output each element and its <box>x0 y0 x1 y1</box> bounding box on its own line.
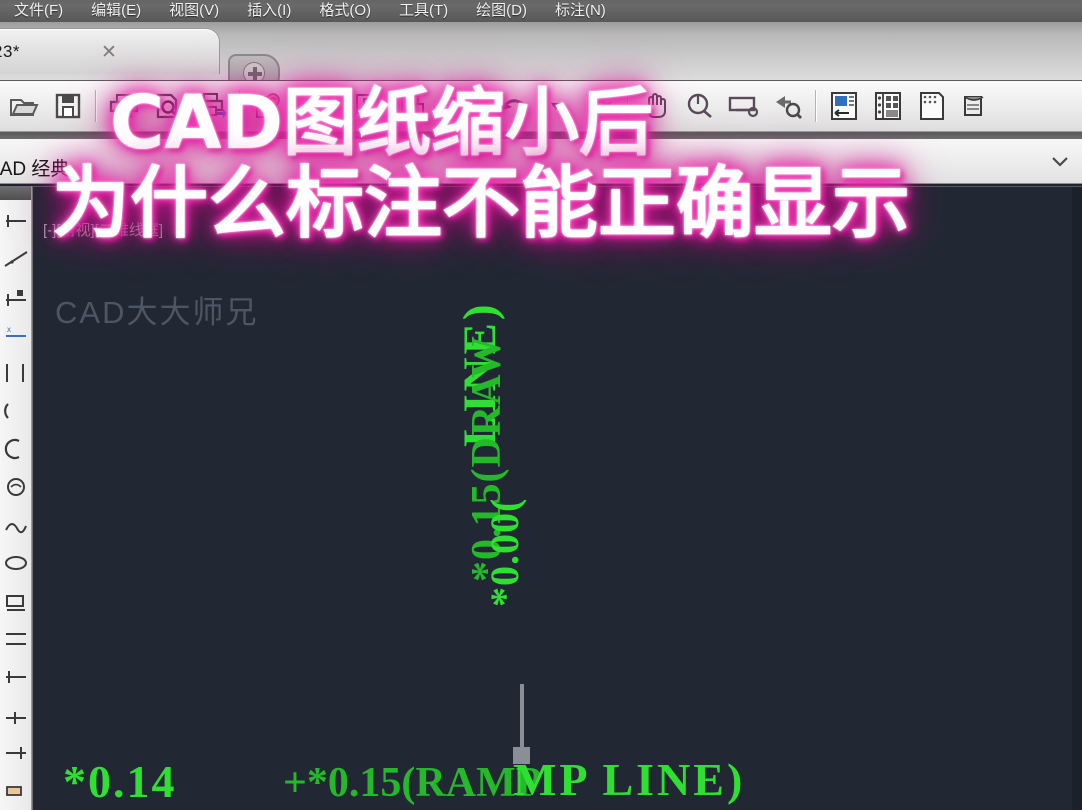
toolbar-separator <box>239 90 241 122</box>
tool-palette-icon[interactable] <box>910 84 954 128</box>
menu-file[interactable]: 文件(F) <box>0 0 77 22</box>
publish-icon[interactable] <box>246 84 290 128</box>
menu-format[interactable]: 格式(O) <box>305 0 385 22</box>
cut-icon[interactable] <box>302 84 346 128</box>
standard-toolbar <box>0 80 1082 132</box>
copy-icon[interactable] <box>346 84 390 128</box>
polyline-icon[interactable] <box>0 278 31 316</box>
toolbar-grip <box>0 132 1082 139</box>
toolbar-separator <box>295 90 297 122</box>
canvas-edge-shade <box>1072 187 1082 810</box>
open-folder-icon[interactable] <box>2 84 46 128</box>
zoom-realtime-icon[interactable] <box>678 84 722 128</box>
svg-text:x: x <box>7 325 11 334</box>
sheetset-icon[interactable] <box>954 84 998 128</box>
file-tab-active[interactable]: 23* ✕ <box>0 28 220 74</box>
menu-draw[interactable]: 绘图(D) <box>462 0 541 22</box>
polygon-icon[interactable]: x <box>0 316 31 354</box>
app-window: 文件(F) 编辑(E) 视图(V) 插入(I) 格式(O) 工具(T) 绘图(D… <box>0 0 1082 810</box>
menu-insert[interactable]: 插入(I) <box>233 0 305 22</box>
circle-icon[interactable] <box>0 430 31 468</box>
close-icon[interactable]: ✕ <box>101 41 117 64</box>
region-icon[interactable] <box>0 772 31 810</box>
hatch-icon[interactable] <box>0 696 31 734</box>
plus-icon <box>243 62 265 80</box>
gradient-icon[interactable] <box>0 734 31 772</box>
zoom-window-icon[interactable] <box>722 84 766 128</box>
properties-palette-icon[interactable] <box>822 84 866 128</box>
save-icon[interactable] <box>46 84 90 128</box>
menu-bar: 文件(F) 编辑(E) 视图(V) 插入(I) 格式(O) 工具(T) 绘图(D… <box>0 0 1082 22</box>
viewport-label[interactable]: [-][俯视][二维线框] <box>43 219 163 240</box>
workspace-toolbar: CAD 经典 <box>0 132 1082 184</box>
print-icon[interactable] <box>102 84 146 128</box>
workspace-selector[interactable]: CAD 经典 <box>0 154 69 181</box>
undo-icon[interactable] <box>490 84 534 128</box>
file-tab-label: 23* <box>0 42 21 61</box>
construction-line-icon[interactable] <box>0 240 31 278</box>
toolbar-separator <box>815 90 817 122</box>
toolbar-separator <box>483 90 485 122</box>
rectangle-icon[interactable] <box>0 354 31 392</box>
redo-icon[interactable] <box>578 84 622 128</box>
zoom-previous-icon[interactable] <box>766 84 810 128</box>
pickbox-cursor <box>513 747 530 764</box>
dropdown-arrow-icon[interactable] <box>534 84 578 128</box>
dim-text-line-3: *0.00( <box>482 497 527 607</box>
menu-dimension[interactable]: 标注(N) <box>541 0 620 22</box>
print-preview-icon[interactable] <box>146 84 190 128</box>
toolbar-grip[interactable] <box>0 186 31 200</box>
paste-icon[interactable] <box>390 84 434 128</box>
pan-icon[interactable] <box>634 84 678 128</box>
designcenter-icon[interactable] <box>866 84 910 128</box>
dim-text-bottom-3: MP LINE) <box>513 754 746 805</box>
watermark-text: CAD大大师兄 <box>55 295 259 330</box>
plot-icon[interactable] <box>190 84 234 128</box>
menu-edit[interactable]: 编辑(E) <box>77 0 155 22</box>
dim-text-bottom-2: +*0.15(RAMP <box>283 760 542 806</box>
arc-icon[interactable] <box>0 392 31 430</box>
insert-block-icon[interactable] <box>0 582 31 620</box>
line-icon[interactable] <box>0 202 31 240</box>
toolbar-separator <box>627 90 629 122</box>
drawing-canvas[interactable]: [-][俯视][二维线框] CAD大大师兄 LINE) *0.15(DRAW *… <box>32 186 1082 810</box>
revision-cloud-icon[interactable] <box>0 468 31 506</box>
chevron-down-icon[interactable] <box>1052 154 1068 167</box>
toolbar-separator <box>95 90 97 122</box>
dim-text-bottom-1: *0.14 <box>63 756 177 807</box>
menu-view[interactable]: 视图(V) <box>155 0 233 22</box>
make-block-icon[interactable] <box>0 620 31 658</box>
draw-toolbar: x <box>0 186 32 810</box>
menu-tools[interactable]: 工具(T) <box>385 0 462 22</box>
match-properties-icon[interactable] <box>434 84 478 128</box>
file-tab-strip: 23* ✕ <box>0 22 1082 80</box>
point-icon[interactable] <box>0 658 31 696</box>
spline-icon[interactable] <box>0 506 31 544</box>
ellipse-icon[interactable] <box>0 544 31 582</box>
new-tab-button[interactable] <box>228 54 280 80</box>
